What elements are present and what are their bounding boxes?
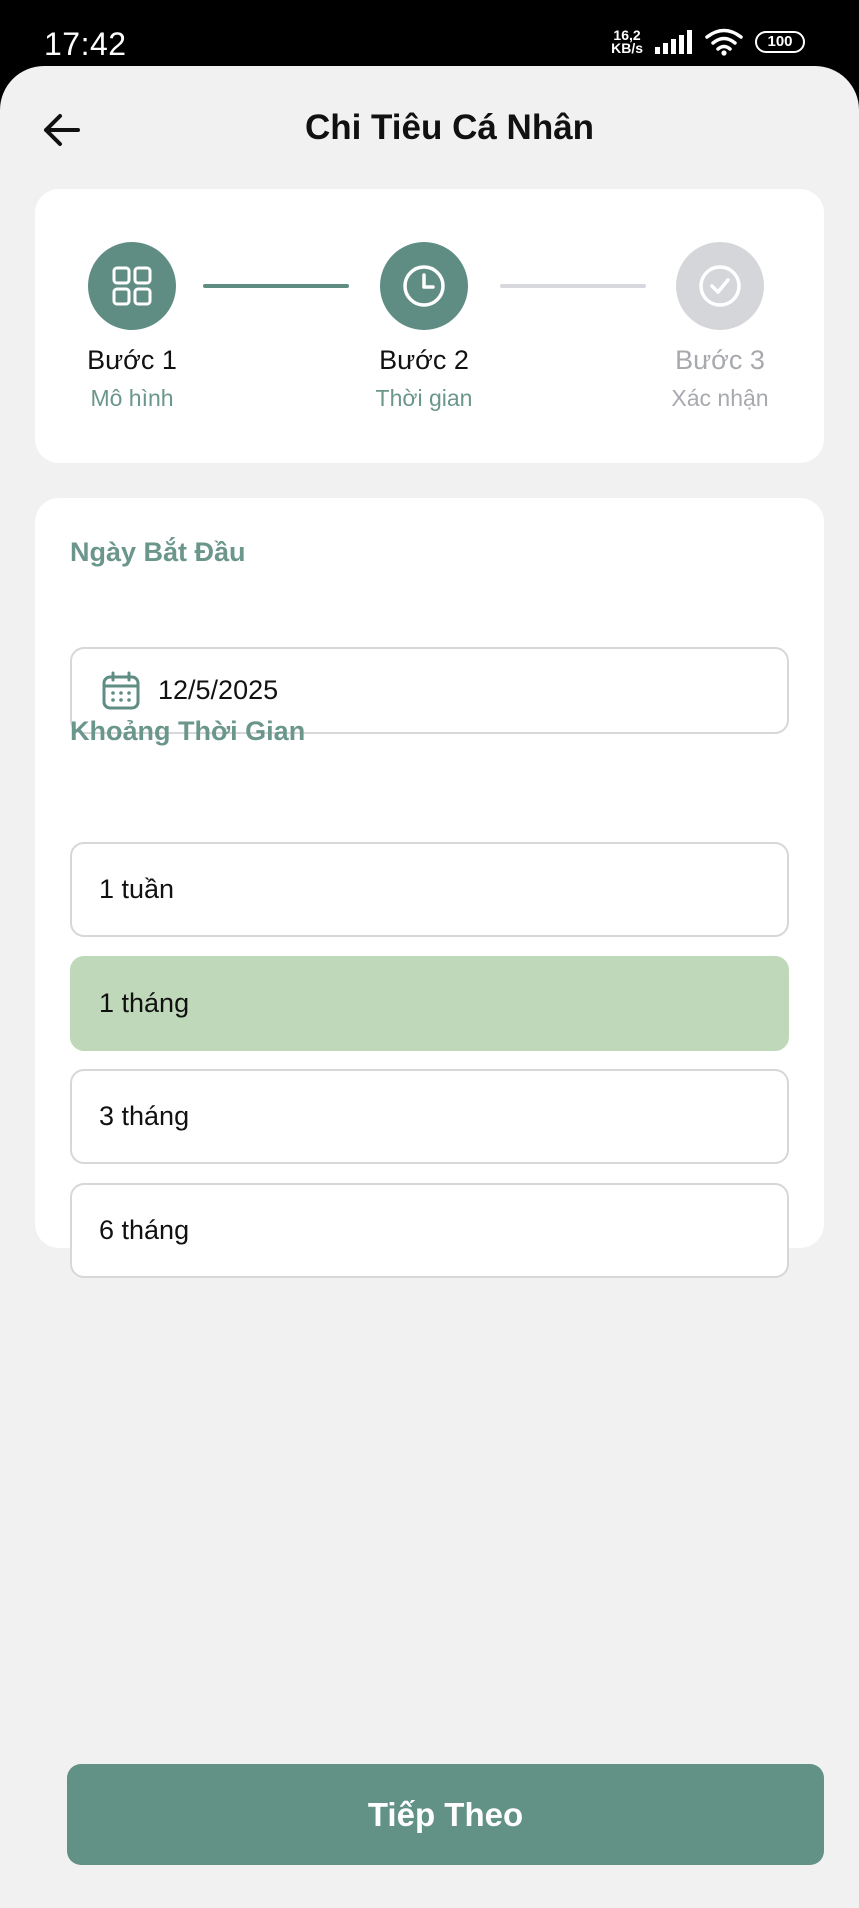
step-3-title: Bước 3 [675, 345, 765, 375]
wifi-icon [705, 28, 743, 56]
period-option-1-month[interactable]: 1 tháng [70, 956, 789, 1051]
step-3-subtitle: Xác nhận [671, 385, 769, 411]
step-1-circle [88, 242, 176, 330]
step-connector-1 [203, 284, 349, 288]
app-screen: Chi Tiêu Cá Nhân Bước 1 Mô hình Bước 2 T… [0, 66, 859, 1908]
grid-icon [112, 266, 152, 306]
check-circle-icon [699, 265, 741, 307]
step-2-subtitle: Thời gian [375, 385, 473, 411]
battery-indicator: 100 [755, 31, 805, 53]
signal-bars-icon [655, 30, 692, 54]
step-3-circle [676, 242, 764, 330]
status-time: 17:42 [44, 26, 127, 62]
start-date-value: 12/5/2025 [158, 675, 279, 705]
step-2-title: Bước 2 [379, 345, 469, 375]
clock-icon [403, 265, 445, 307]
status-icons: 16,2 KB/s 100 [611, 28, 805, 56]
step-connector-2 [500, 284, 646, 288]
start-date-label: Ngày Bắt Đầu [70, 537, 246, 567]
period-label: Khoảng Thời Gian [70, 716, 306, 746]
network-speed: 16,2 KB/s [611, 28, 643, 56]
stepper-card: Bước 1 Mô hình Bước 2 Thời gian Bước 3 X… [35, 189, 824, 463]
period-option-1-week[interactable]: 1 tuần [70, 842, 789, 937]
step-2-circle [380, 242, 468, 330]
network-speed-unit: KB/s [611, 40, 643, 56]
period-option-6-months[interactable]: 6 tháng [70, 1183, 789, 1278]
next-button[interactable]: Tiếp Theo [67, 1764, 824, 1865]
page-title: Chi Tiêu Cá Nhân [304, 108, 595, 147]
step-1-title: Bước 1 [87, 345, 177, 375]
calendar-icon [102, 671, 140, 709]
status-bar: 17:42 16,2 KB/s 100 [0, 0, 859, 72]
step-1-subtitle: Mô hình [90, 385, 174, 411]
form-card: Ngày Bắt Đầu 12/5/2025 Khoảng Thời Gian … [35, 498, 824, 1278]
period-option-3-months[interactable]: 3 tháng [70, 1069, 789, 1164]
